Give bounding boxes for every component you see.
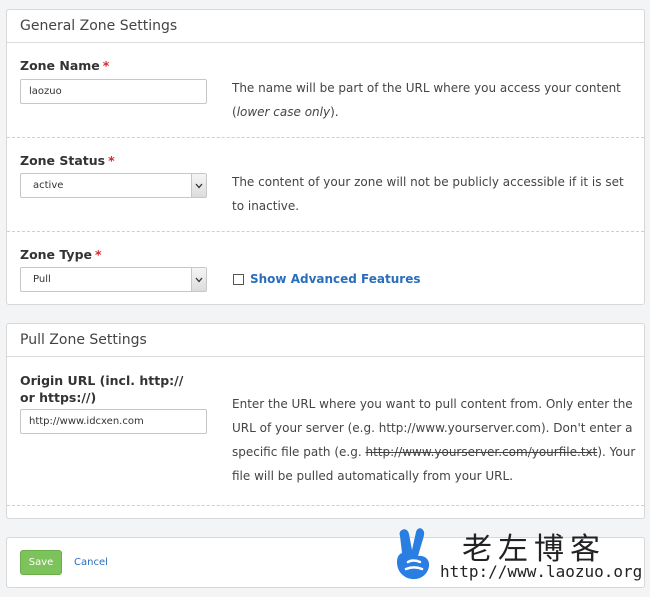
- watermark-url: http://www.laozuo.org: [440, 562, 643, 581]
- required-marker: *: [102, 58, 110, 73]
- victory-hand-logo-icon: [397, 528, 430, 580]
- zone-status-help: The content of your zone will not be pub…: [232, 175, 624, 213]
- zone-name-row: Zone Name * laozuo The name will be part …: [7, 44, 644, 138]
- advanced-features-checkbox[interactable]: [233, 273, 244, 285]
- cancel-link[interactable]: Cancel: [74, 550, 108, 575]
- general-zone-settings-heading: General Zone Settings: [7, 10, 644, 43]
- zone-type-row: Zone Type * Pull Show Advanced Features: [7, 232, 644, 304]
- pull-zone-settings-panel: Pull Zone Settings Origin URL (incl. htt…: [6, 323, 645, 519]
- chevron-down-icon[interactable]: [191, 174, 206, 197]
- watermark: 老左博客 http://www.laozuo.org: [392, 524, 642, 586]
- zone-status-label: Zone Status *: [20, 153, 115, 168]
- zone-status-selected: active: [33, 180, 64, 191]
- zone-name-input[interactable]: laozuo: [20, 79, 207, 104]
- zone-type-label: Zone Type *: [20, 247, 102, 262]
- show-advanced-features-label[interactable]: Show Advanced Features: [250, 272, 420, 286]
- chevron-down-icon[interactable]: [191, 268, 206, 291]
- required-marker: *: [95, 247, 102, 262]
- zone-status-row: Zone Status * active The content of your …: [7, 138, 644, 232]
- zone-name-label: Zone Name *: [20, 58, 110, 73]
- show-advanced-features-toggle[interactable]: Show Advanced Features: [233, 272, 420, 286]
- zone-name-help: The name will be part of the URL where y…: [232, 81, 621, 119]
- required-marker: *: [108, 153, 115, 168]
- pull-zone-settings-heading: Pull Zone Settings: [7, 324, 644, 357]
- save-button[interactable]: Save: [20, 550, 62, 575]
- origin-url-help: Enter the URL where you want to pull con…: [232, 397, 636, 483]
- zone-status-select[interactable]: active: [20, 173, 207, 198]
- origin-url-row: Origin URL (incl. http:// or https://) h…: [7, 358, 644, 506]
- general-zone-settings-panel: General Zone Settings Zone Name * laozuo …: [6, 9, 645, 305]
- zone-type-selected: Pull: [33, 274, 51, 285]
- origin-url-input[interactable]: http://www.idcxen.com: [20, 409, 207, 434]
- origin-url-label: Origin URL (incl. http:// or https://): [20, 373, 184, 405]
- zone-type-select[interactable]: Pull: [20, 267, 207, 292]
